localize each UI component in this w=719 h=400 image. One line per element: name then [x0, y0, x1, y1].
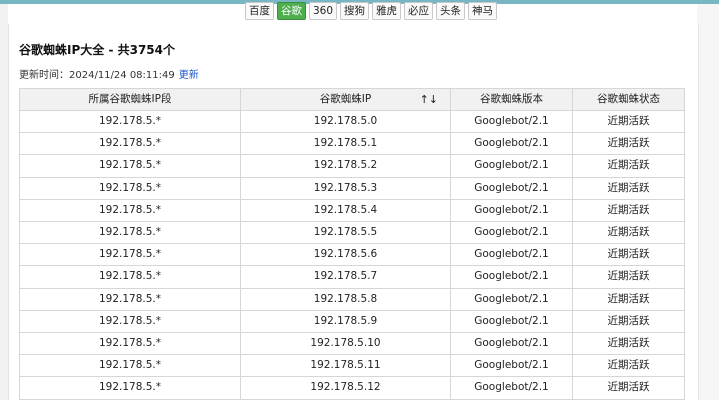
- table-row: 192.178.5.* 192.178.5.1 Googlebot/2.1 近期活跃: [19, 132, 685, 156]
- header-ip-label: 谷歌蜘蛛IP: [319, 93, 372, 105]
- engine-tab-toutiao[interactable]: 头条: [436, 2, 466, 20]
- table-row: 192.178.5.* 192.178.5.2 Googlebot/2.1 近期活跃: [19, 154, 685, 178]
- cell-status: 近期活跃: [572, 221, 685, 245]
- cell-status: 近期活跃: [572, 376, 685, 400]
- cell-segment: 192.178.5.*: [19, 287, 241, 311]
- cell-status: 近期活跃: [572, 309, 685, 334]
- table-row: 192.178.5.* 192.178.5.6 Googlebot/2.1 近期活跃: [19, 243, 685, 267]
- cell-version: Googlebot/2.1: [450, 309, 573, 334]
- table-row: 192.178.5.* 192.178.5.4 Googlebot/2.1 近期活跃: [19, 198, 685, 223]
- header-segment: 所属谷歌蜘蛛IP段: [19, 88, 241, 111]
- cell-ip: 192.178.5.7: [240, 265, 451, 289]
- engine-tab-baidu[interactable]: 百度: [245, 2, 274, 20]
- engine-tab-yahoo[interactable]: 雅虎: [372, 2, 402, 20]
- cell-segment: 192.178.5.*: [19, 154, 241, 178]
- engine-tab-google[interactable]: 谷歌: [277, 2, 306, 20]
- cell-ip: 192.178.5.1: [240, 132, 451, 156]
- cell-version: Googlebot/2.1: [450, 198, 573, 223]
- header-version: 谷歌蜘蛛版本: [450, 88, 573, 111]
- cell-version: Googlebot/2.1: [450, 154, 573, 178]
- table-row: 192.178.5.* 192.178.5.12 Googlebot/2.1 近期活跃: [19, 376, 685, 400]
- table-row: 192.178.5.* 192.178.5.3 Googlebot/2.1 近期活跃: [19, 176, 685, 200]
- cell-segment: 192.178.5.*: [19, 243, 241, 267]
- table-row: 192.178.5.* 192.178.5.10 Googlebot/2.1 近期活跃: [19, 332, 685, 356]
- cell-status: 近期活跃: [572, 354, 685, 378]
- search-engine-tabs: 百度 谷歌 360 搜狗 雅虎 必应 头条 神马: [245, 2, 498, 20]
- right-gutter: [697, 4, 719, 400]
- cell-status: 近期活跃: [572, 332, 685, 356]
- table-row: 192.178.5.* 192.178.5.11 Googlebot/2.1 近期活跃: [19, 354, 685, 378]
- cell-version: Googlebot/2.1: [450, 287, 573, 311]
- cell-segment: 192.178.5.*: [19, 109, 241, 134]
- cell-version: Googlebot/2.1: [450, 354, 573, 378]
- left-gutter: [0, 4, 8, 400]
- cell-segment: 192.178.5.*: [19, 332, 241, 356]
- sort-arrows-icon[interactable]: ↑↓: [420, 89, 438, 110]
- cell-status: 近期活跃: [572, 265, 685, 289]
- header-status: 谷歌蜘蛛状态: [572, 88, 685, 111]
- table-body: 192.178.5.* 192.178.5.0 Googlebot/2.1 近期活跃 1…: [19, 109, 685, 400]
- engine-tab-sogou[interactable]: 搜狗: [340, 2, 370, 20]
- table-row: 192.178.5.* 192.178.5.8 Googlebot/2.1 近期活跃: [19, 287, 685, 311]
- table-row: 192.178.5.* 192.178.5.9 Googlebot/2.1 近期活跃: [19, 309, 685, 334]
- cell-segment: 192.178.5.*: [19, 132, 241, 156]
- cell-version: Googlebot/2.1: [450, 243, 573, 267]
- cell-ip: 192.178.5.6: [240, 243, 451, 267]
- table-header-row: 所属谷歌蜘蛛IP段 谷歌蜘蛛IP ↑↓ 谷歌蜘蛛版本 谷歌蜘蛛状态: [19, 88, 685, 111]
- updated-prefix: 更新时间：: [19, 70, 69, 81]
- updated-time: 2024/11/24 08:11:49: [69, 70, 175, 81]
- cell-version: Googlebot/2.1: [450, 376, 573, 400]
- cell-version: Googlebot/2.1: [450, 176, 573, 200]
- cell-segment: 192.178.5.*: [19, 376, 241, 400]
- cell-segment: 192.178.5.*: [19, 221, 241, 245]
- cell-ip: 192.178.5.2: [240, 154, 451, 178]
- table-row: 192.178.5.* 192.178.5.0 Googlebot/2.1 近期活跃: [19, 109, 685, 134]
- cell-status: 近期活跃: [572, 243, 685, 267]
- cell-ip: 192.178.5.12: [240, 376, 451, 400]
- engine-tab-360[interactable]: 360: [309, 2, 338, 20]
- cell-ip: 192.178.5.10: [240, 332, 451, 356]
- cell-ip: 192.178.5.0: [240, 109, 451, 134]
- cell-status: 近期活跃: [572, 198, 685, 223]
- cell-segment: 192.178.5.*: [19, 176, 241, 200]
- header-ip: 谷歌蜘蛛IP ↑↓: [240, 88, 451, 111]
- cell-ip: 192.178.5.9: [240, 309, 451, 334]
- cell-version: Googlebot/2.1: [450, 109, 573, 134]
- cell-status: 近期活跃: [572, 287, 685, 311]
- cell-version: Googlebot/2.1: [450, 132, 573, 156]
- cell-status: 近期活跃: [572, 154, 685, 178]
- engine-tab-shenma[interactable]: 神马: [468, 2, 498, 20]
- engine-tab-bing[interactable]: 必应: [404, 2, 434, 20]
- spider-ip-table: 所属谷歌蜘蛛IP段 谷歌蜘蛛IP ↑↓ 谷歌蜘蛛版本 谷歌蜘蛛状态 192.17…: [19, 88, 685, 400]
- cell-ip: 192.178.5.3: [240, 176, 451, 200]
- update-link[interactable]: 更新: [179, 70, 199, 81]
- cell-version: Googlebot/2.1: [450, 332, 573, 356]
- cell-status: 近期活跃: [572, 176, 685, 200]
- cell-version: Googlebot/2.1: [450, 265, 573, 289]
- cell-segment: 192.178.5.*: [19, 265, 241, 289]
- cell-segment: 192.178.5.*: [19, 309, 241, 334]
- cell-status: 近期活跃: [572, 132, 685, 156]
- cell-ip: 192.178.5.4: [240, 198, 451, 223]
- cell-status: 近期活跃: [572, 109, 685, 134]
- cell-ip: 192.178.5.8: [240, 287, 451, 311]
- table-row: 192.178.5.* 192.178.5.5 Googlebot/2.1 近期活跃: [19, 221, 685, 245]
- cell-version: Googlebot/2.1: [450, 221, 573, 245]
- page-title: 谷歌蜘蛛IP大全 - 共3754个: [19, 43, 175, 57]
- cell-ip: 192.178.5.5: [240, 221, 451, 245]
- table-row: 192.178.5.* 192.178.5.7 Googlebot/2.1 近期活跃: [19, 265, 685, 289]
- cell-segment: 192.178.5.*: [19, 354, 241, 378]
- updated-line: 更新时间：2024/11/24 08:11:49 更新: [19, 66, 199, 81]
- cell-segment: 192.178.5.*: [19, 198, 241, 223]
- cell-ip: 192.178.5.11: [240, 354, 451, 378]
